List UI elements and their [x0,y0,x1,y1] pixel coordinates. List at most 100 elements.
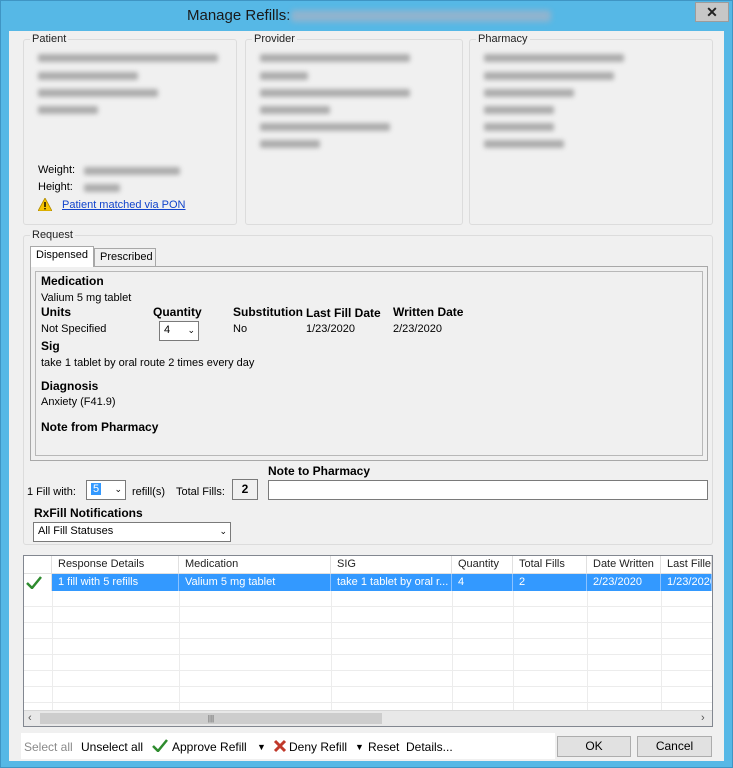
cell-last-filled: 1/23/2020 [661,574,712,591]
provider-group: Provider [245,33,463,225]
units-value: Not Specified [41,323,107,335]
tab-dispensed[interactable]: Dispensed [30,246,94,267]
grid-header-sig[interactable]: SIG [331,556,452,574]
chevron-down-icon: ⌄ [114,484,122,494]
quantity-label: Quantity [153,305,202,319]
diagnosis-value: Anxiety (F41.9) [41,396,116,408]
scroll-left-icon[interactable]: ‹ [28,712,32,724]
grid-header-quantity[interactable]: Quantity [452,556,513,574]
close-button[interactable]: ✕ [695,2,729,22]
patient-group-label: Patient [30,33,69,45]
scrollbar-thumb[interactable]: ||| [40,713,382,724]
scroll-right-icon[interactable]: › [701,712,705,724]
redacted-text [38,54,218,62]
chevron-down-icon: ⌄ [187,325,195,335]
note-to-pharmacy-input[interactable] [268,480,708,500]
grid-header-medication[interactable]: Medication [179,556,331,574]
cell-sig: take 1 tablet by oral r... [331,574,452,591]
grid-header-total-fills[interactable]: Total Fills [513,556,587,574]
height-label: Height: [38,181,73,193]
tab-dispensed-label: Dispensed [36,249,88,261]
grid-header-response-details[interactable]: Response Details [52,556,179,574]
sig-value: take 1 tablet by oral route 2 times ever… [41,357,255,369]
redacted-text [260,72,308,80]
cell-date-written: 2/23/2020 [587,574,661,591]
manage-refills-window: Manage Refills: ✕ Patient Weight: Height… [0,0,733,768]
action-toolbar: Select all Unselect all Approve Refill ▼… [21,733,555,759]
grid-header-check [24,556,52,574]
redacted-text [260,54,410,62]
rxfill-notifications-value: All Fill Statuses [38,525,114,537]
medication-value: Valium 5 mg tablet [41,292,132,304]
redacted-patient-name [291,10,551,22]
last-fill-date-label: Last Fill Date [306,306,381,320]
patient-group: Patient Weight: Height: Patient matched … [23,33,237,225]
patient-matched-link[interactable]: Patient matched via PON [62,199,186,211]
deny-dropdown-icon[interactable]: ▼ [355,742,364,752]
unselect-all-button[interactable]: Unselect all [81,740,143,754]
ok-button[interactable]: OK [557,736,631,757]
empty-row [24,607,712,623]
dialog-body: Patient Weight: Height: Patient matched … [9,31,724,761]
cell-quantity: 4 [452,574,513,591]
redacted-text [484,140,564,148]
pharmacy-group: Pharmacy [469,33,713,225]
provider-group-label: Provider [252,33,297,45]
weight-label: Weight: [38,164,76,176]
redacted-text [484,89,574,97]
substitution-value: No [233,323,248,335]
rxfill-notifications-select[interactable]: All Fill Statuses ⌄ [33,522,231,542]
tab-prescribed[interactable]: Prescribed [94,248,156,267]
approve-dropdown-icon[interactable]: ▼ [257,742,266,752]
row-check-cell[interactable] [24,574,52,591]
redacted-text [38,106,98,114]
note-to-pharmacy-label: Note to Pharmacy [268,464,371,478]
written-date-label: Written Date [393,305,464,319]
deny-refill-button[interactable]: Deny Refill [289,740,347,754]
cancel-button[interactable]: Cancel [637,736,712,757]
redacted-text [260,89,410,97]
medication-label: Medication [41,274,104,288]
select-all-button[interactable]: Select all [24,740,73,754]
approve-refill-button[interactable]: Approve Refill [172,740,247,754]
grid-line [179,591,180,711]
refill-response-grid[interactable]: Response Details Medication SIG Quantity… [23,555,713,727]
grid-header-date-written[interactable]: Date Written [587,556,661,574]
grid-line [661,591,662,711]
empty-row [24,687,712,703]
grid-line [452,591,453,711]
refills-label: refill(s) [132,486,165,498]
fill-with-label: 1 Fill with: [27,486,76,498]
grid-header-last-filled[interactable]: Last Filled [661,556,712,574]
horizontal-scrollbar[interactable]: ‹ ||| › [24,710,712,726]
redacted-text [484,123,554,131]
redacted-text [260,106,330,114]
fill-with-select[interactable]: 5 ⌄ [86,480,126,500]
chevron-down-icon: ⌄ [219,526,227,536]
empty-row [24,591,712,607]
quantity-select-value: 4 [164,324,171,336]
diagnosis-label: Diagnosis [41,379,99,393]
quantity-select[interactable]: 4 ⌄ [159,321,199,341]
total-fills-label: Total Fills: [176,486,225,498]
redacted-text [260,140,320,148]
request-group: Request Dispensed Prescribed Medication … [23,229,713,545]
redacted-text [84,167,180,175]
rxfill-notifications-label: RxFill Notifications [34,506,143,520]
redacted-text [260,123,390,131]
substitution-label: Substitution [233,305,303,319]
table-row[interactable]: 1 fill with 5 refills Valium 5 mg tablet… [24,574,712,591]
window-title: Manage Refills: [187,7,291,24]
reset-button[interactable]: Reset [368,740,399,754]
title-bar: Manage Refills: ✕ [1,1,732,31]
cell-medication: Valium 5 mg tablet [179,574,331,591]
pharmacy-group-label: Pharmacy [476,33,530,45]
empty-row [24,623,712,639]
grid-line [52,591,53,711]
empty-row [24,655,712,671]
request-group-label: Request [30,229,75,241]
details-button[interactable]: Details... [406,740,453,754]
warning-icon [38,198,52,211]
empty-row [24,639,712,655]
grid-header: Response Details Medication SIG Quantity… [24,556,712,574]
